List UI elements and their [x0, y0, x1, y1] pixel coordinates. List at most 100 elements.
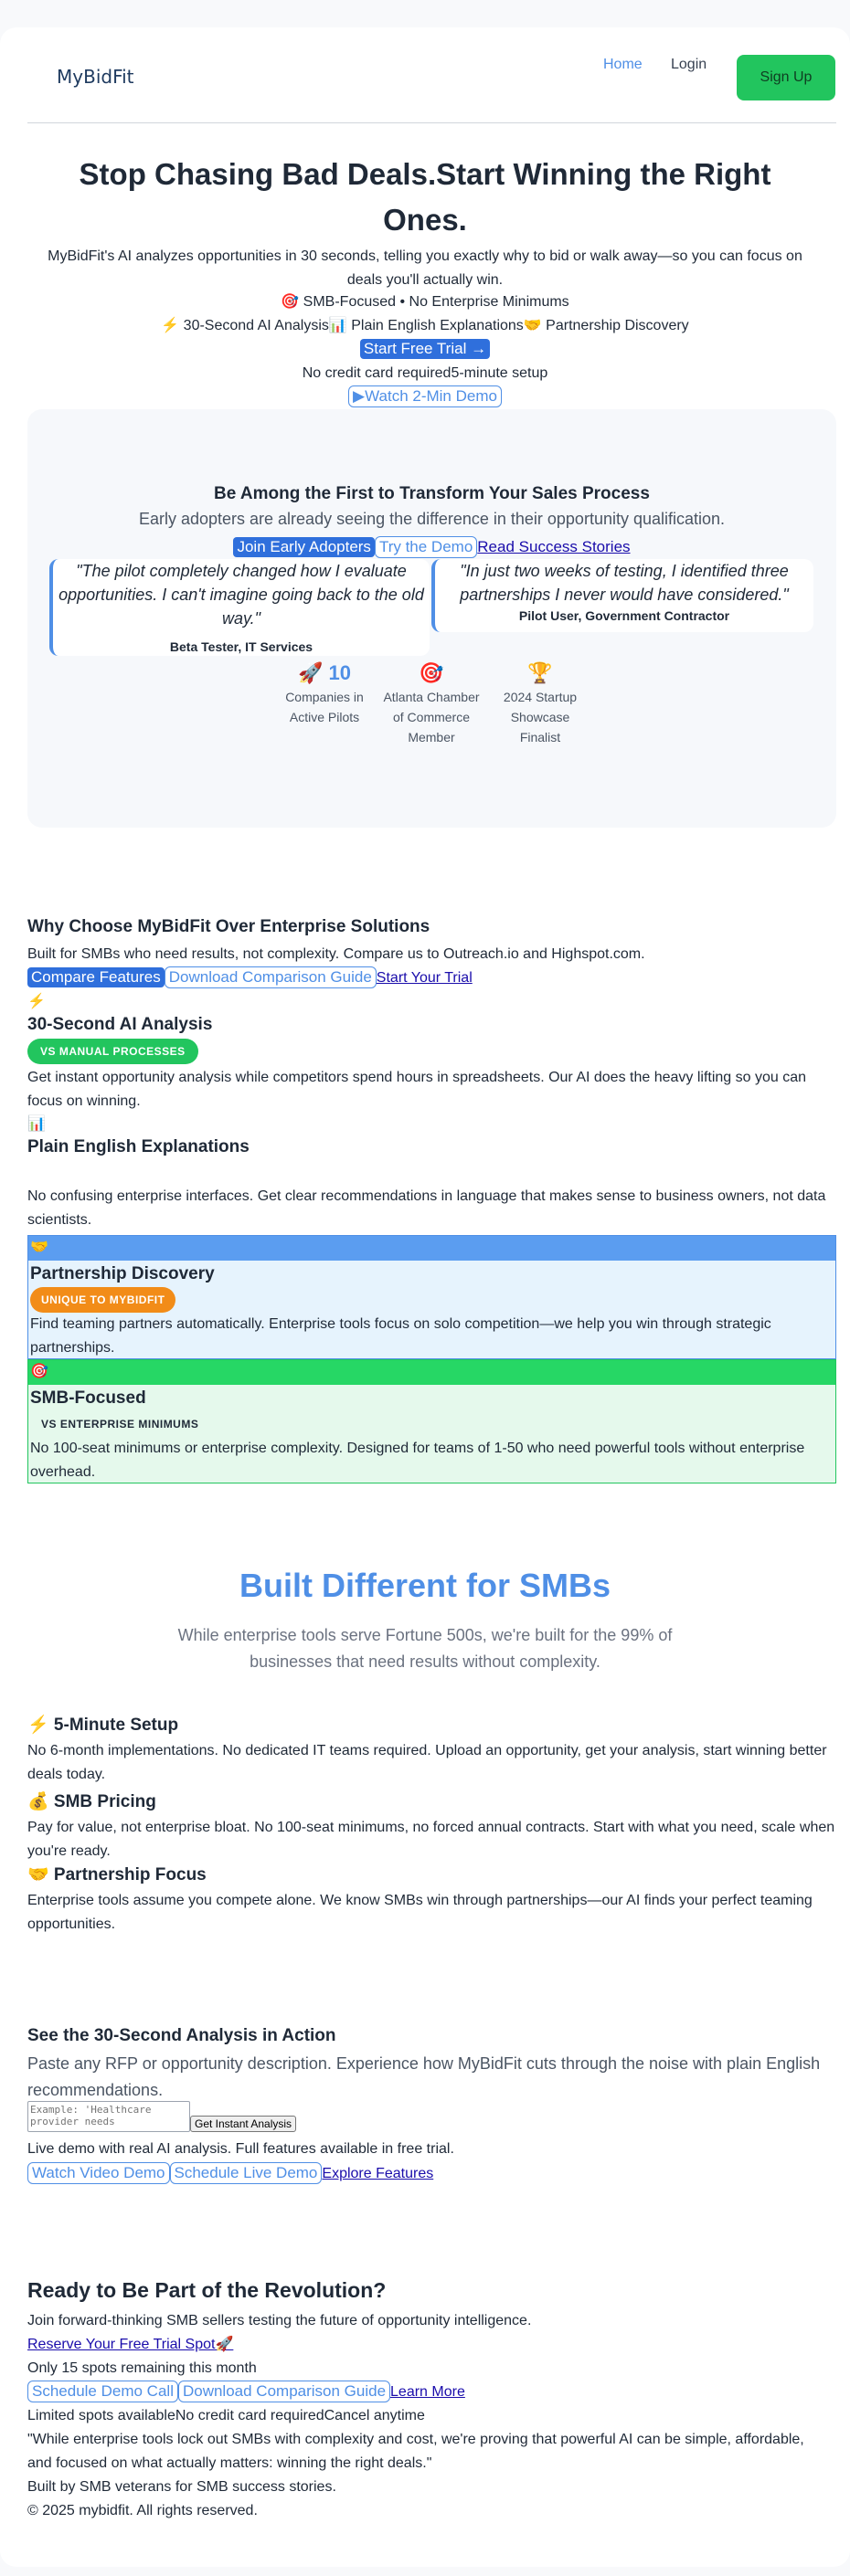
built-by-text: Built by SMB veterans for SMB success st…: [27, 2479, 336, 2495]
built-different-subtitle: While enterprise tools serve Fortune 500…: [177, 1626, 673, 1671]
built-item-title: 💰 SMB Pricing: [27, 1792, 156, 1811]
revolution-subtitle: Join forward-thinking SMB sellers testin…: [27, 2313, 532, 2328]
demo-subtitle: Paste any RFP or opportunity description…: [27, 2054, 821, 2099]
demo-form: Get Instant Analysis: [27, 2101, 297, 2132]
revolution-notes: Limited spots availableNo credit card re…: [27, 2404, 425, 2428]
hero-cta-row: Start Free Trial →: [0, 338, 850, 362]
stat-showcase: 🏆 2024 Startup Showcase Finalist: [490, 660, 590, 747]
feature-smb-card: 🎯 SMB-Focused VS ENTERPRISE MINIMUMS No …: [27, 1359, 836, 1483]
testimonial-author: Beta Tester, IT Services: [169, 639, 313, 654]
download-guide-button[interactable]: Download Comparison Guide: [177, 2381, 391, 2402]
trophy-icon: 🏆: [527, 661, 553, 684]
explore-features-link[interactable]: Explore Features: [322, 2166, 433, 2181]
get-analysis-button[interactable]: Get Instant Analysis: [190, 2116, 297, 2132]
built-item-setup: ⚡ 5-Minute Setup No 6-month implementati…: [27, 1714, 836, 1787]
why-title: Why Choose MyBidFit Over Enterprise Solu…: [27, 917, 430, 936]
feature-partnership-card: 🤝 Partnership Discovery UNIQUE TO MYBIDF…: [27, 1235, 836, 1359]
demo-cta-row: Watch Video Demo Schedule Live Demo Explor…: [27, 2162, 433, 2184]
start-free-trial-button[interactable]: Start Free Trial →: [359, 339, 491, 359]
schedule-live-demo-button[interactable]: Schedule Live Demo: [169, 2162, 323, 2184]
bar-chart-icon: 📊: [27, 1116, 46, 1132]
reserve-trial-link[interactable]: Reserve Your Free Trial Spot🚀: [27, 2337, 233, 2352]
feature-text: No 100-seat minimums or enterprise compl…: [30, 1441, 805, 1480]
why-cta-row: Compare Features Download Comparison Guid…: [27, 966, 473, 988]
testimonial-quote: "The pilot completely changed how I eval…: [58, 562, 424, 628]
feature-analysis: ⚡ 30-Second AI Analysis VS MANUAL PROCES…: [27, 992, 836, 1114]
built-item-text: Enterprise tools assume you compete alon…: [27, 1893, 813, 1932]
compare-features-button[interactable]: Compare Features: [27, 967, 165, 987]
feature-text: Find teaming partners automatically. Ent…: [30, 1316, 771, 1356]
hero-subtitle: MyBidFit's AI analyzes opportunities in …: [48, 248, 802, 288]
feature-badge: VS ENTERPRISE MINIMUMS: [41, 1418, 199, 1431]
built-item-title: 🤝 Partnership Focus: [27, 1865, 207, 1884]
testimonial-card: "The pilot completely changed how I eval…: [49, 559, 430, 656]
stat-chamber: 🎯 Atlanta Chamber of Commerce Member: [381, 660, 482, 747]
built-item-title: ⚡ 5-Minute Setup: [27, 1716, 179, 1735]
learn-more-link[interactable]: Learn More: [390, 2384, 465, 2400]
nav-login-link[interactable]: Login: [671, 57, 707, 73]
stat-label: Companies in Active Pilots: [285, 690, 364, 724]
note-item: Limited spots available: [27, 2408, 175, 2423]
hero-note-2: 5-minute setup: [451, 365, 548, 381]
schedule-demo-call-button[interactable]: Schedule Demo Call: [27, 2381, 178, 2402]
watch-video-demo-button[interactable]: Watch Video Demo: [27, 2162, 170, 2184]
feature-title: 30-Second AI Analysis: [27, 1015, 213, 1034]
early-adopters-cta-row: Join Early Adopters Try the Demo Read Succ…: [27, 536, 836, 558]
hero-note-1: No credit card required: [302, 365, 452, 381]
feature-text: No confusing enterprise interfaces. Get …: [27, 1188, 826, 1228]
feature-title: SMB-Focused: [30, 1388, 146, 1408]
revolution-title: Ready to Be Part of the Revolution?: [27, 2278, 387, 2302]
built-item-pricing: 💰 SMB Pricing Pay for value, not enterpr…: [27, 1790, 836, 1863]
stat-pilots: 🚀 10 Companies in Active Pilots: [274, 660, 375, 727]
read-success-stories-link[interactable]: Read Success Stories: [477, 538, 630, 555]
nav-home-link[interactable]: Home: [603, 57, 643, 73]
demo-input[interactable]: [27, 2101, 190, 2132]
nav-divider: [27, 122, 836, 123]
rocket-icon: 🚀: [297, 661, 324, 684]
early-adopters-subtitle: Early adopters are already seeing the di…: [138, 510, 726, 528]
target-icon: 🎯: [419, 661, 444, 684]
early-adopters-title: Be Among the First to Transform Your Sal…: [214, 484, 650, 503]
testimonial-quote: "In just two weeks of testing, I identif…: [460, 562, 789, 604]
stat-label: 2024 Startup Showcase Finalist: [503, 690, 578, 744]
try-demo-button[interactable]: Try the Demo: [374, 536, 478, 558]
reserve-row: Reserve Your Free Trial Spot🚀: [27, 2333, 233, 2357]
watch-demo-button[interactable]: ▶Watch 2-Min Demo: [348, 385, 502, 407]
spots-remaining: Only 15 spots remaining this month: [27, 2360, 257, 2376]
hero-feature-1: ⚡ 30-Second AI Analysis: [161, 318, 329, 333]
feature-badge: VS MANUAL PROCESSES: [27, 1039, 198, 1064]
stat-value: 10: [328, 661, 351, 684]
built-item-text: Pay for value, not enterprise bloat. No …: [27, 1820, 835, 1859]
brand-logo[interactable]: MyBidFit: [57, 66, 134, 88]
download-guide-button[interactable]: Download Comparison Guide: [164, 966, 377, 988]
revolution-quote: "While enterprise tools lock out SMBs wi…: [27, 2432, 804, 2471]
note-item: Cancel anytime: [324, 2408, 425, 2423]
feature-plain-english: 📊 Plain English Explanations No confusin…: [27, 1114, 836, 1232]
hero-notes: No credit card required5-minute setup: [0, 362, 850, 385]
why-subtitle: Built for SMBs who need results, not com…: [27, 946, 645, 962]
target-icon: 🎯: [28, 1360, 835, 1385]
hero-title: Stop Chasing Bad Deals.Start Winning the…: [79, 157, 771, 237]
feature-badge: UNIQUE TO MYBIDFIT: [30, 1287, 176, 1313]
hero-demo-row: ▶Watch 2-Min Demo: [0, 385, 850, 409]
copyright: © 2025 mybidfit. All rights reserved.: [27, 2503, 258, 2518]
built-item-text: No 6-month implementations. No dedicated…: [27, 1743, 827, 1782]
demo-title: See the 30-Second Analysis in Action: [27, 2026, 336, 2045]
feature-text: Get instant opportunity analysis while c…: [27, 1070, 807, 1109]
built-different-title: Built Different for SMBs: [239, 1567, 611, 1604]
hero-feature-list: ⚡ 30-Second AI Analysis📊 Plain English E…: [0, 314, 850, 338]
testimonial-author: Pilot User, Government Contractor: [518, 608, 730, 623]
testimonial-card: "In just two weeks of testing, I identif…: [431, 559, 813, 632]
hero-tagline: 🎯 SMB-Focused • No Enterprise Minimums: [281, 294, 569, 310]
stat-label: Atlanta Chamber of Commerce Member: [383, 690, 480, 744]
feature-title: Plain English Explanations: [27, 1137, 250, 1156]
join-early-adopters-button[interactable]: Join Early Adopters: [233, 537, 375, 557]
signup-button[interactable]: Sign Up: [737, 55, 835, 100]
demo-note: Live demo with real AI analysis. Full fe…: [27, 2141, 454, 2157]
handshake-icon: 🤝: [28, 1236, 835, 1261]
stat-value-row: 🚀 10: [274, 660, 375, 687]
start-trial-link[interactable]: Start Your Trial: [377, 970, 473, 986]
hero-feature-3: 🤝 Partnership Discovery: [523, 318, 689, 333]
lightning-icon: ⚡: [27, 994, 46, 1009]
feature-title: Partnership Discovery: [30, 1264, 215, 1283]
